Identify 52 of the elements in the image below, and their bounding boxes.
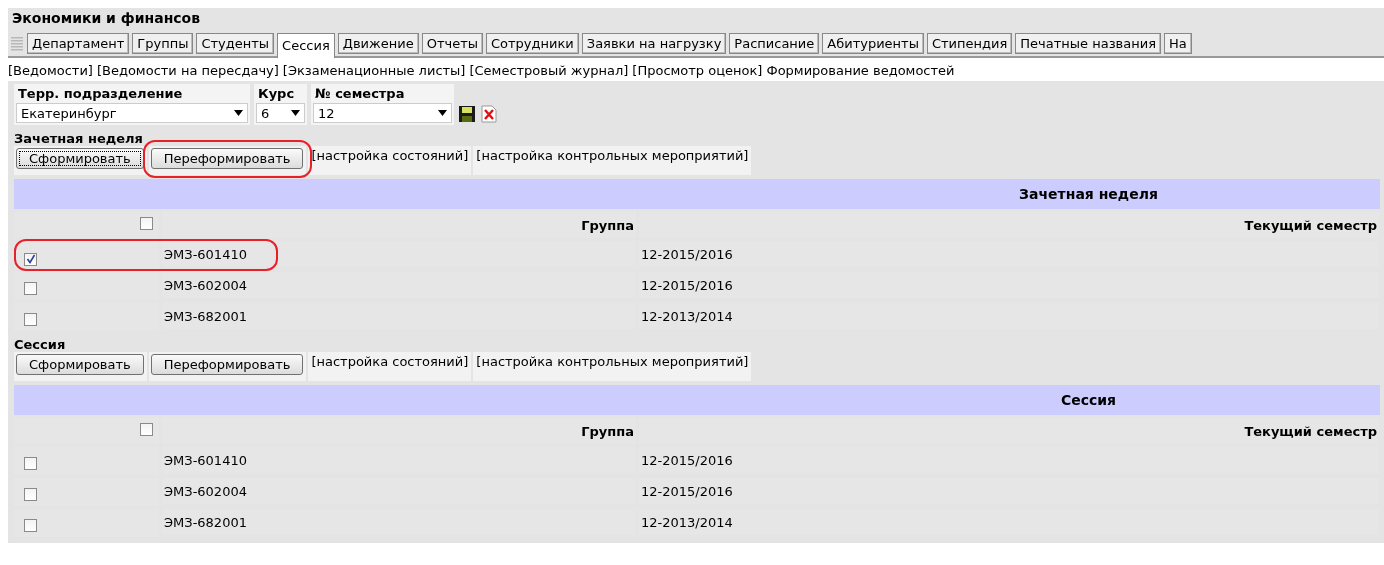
- row-checkbox[interactable]: [24, 488, 37, 501]
- section-title: Зачетная неделя: [14, 130, 144, 146]
- tab[interactable]: На: [1164, 33, 1192, 54]
- tab[interactable]: Стипендия: [926, 33, 1013, 54]
- save-icon[interactable]: [458, 105, 476, 123]
- select-all-checkbox[interactable]: [140, 423, 153, 436]
- section-title: Сессия: [14, 336, 67, 352]
- nav-link[interactable]: [Ведомости на пересдачу]: [96, 63, 279, 78]
- nav-link[interactable]: [Просмотр оценок]: [632, 63, 763, 78]
- tab[interactable]: Сессия: [277, 33, 335, 58]
- settings-link[interactable]: [настройка состояний]: [308, 146, 472, 175]
- row-checkbox[interactable]: [24, 252, 37, 266]
- settings-link[interactable]: [настройка контрольных мероприятий]: [473, 146, 752, 175]
- caret-icon: [234, 110, 243, 116]
- nav-link[interactable]: [Ведомости]: [8, 63, 93, 78]
- row-checkbox[interactable]: [24, 313, 37, 326]
- row-checkbox[interactable]: [24, 282, 37, 295]
- filter-dropdown[interactable]: 12: [313, 103, 452, 123]
- filter-dropdown[interactable]: 6: [256, 103, 305, 123]
- tab[interactable]: Группы: [132, 33, 194, 54]
- filter-label: Терр. подразделение: [17, 86, 184, 101]
- settings-link[interactable]: [настройка состояний]: [308, 352, 472, 381]
- row-checkbox[interactable]: [24, 457, 37, 470]
- tab[interactable]: Студенты: [196, 33, 275, 54]
- row-checkbox[interactable]: [24, 519, 37, 532]
- nav-link[interactable]: [Экзаменационные листы]: [282, 63, 466, 78]
- tab[interactable]: Расписание: [729, 33, 820, 54]
- tab[interactable]: Сотрудники: [486, 33, 579, 54]
- department-title: Экономики и финансов: [8, 8, 1384, 30]
- filter-label: Курс: [257, 86, 296, 101]
- nav-link[interactable]: [Семестровый журнал]: [469, 63, 629, 78]
- tab[interactable]: Отчеты: [421, 33, 483, 54]
- table-title: Сессия: [14, 385, 1380, 415]
- settings-link[interactable]: [настройка контрольных мероприятий]: [473, 352, 752, 381]
- form-button[interactable]: Переформировать: [150, 354, 304, 375]
- grip-icon: [10, 35, 24, 53]
- form-button[interactable]: Переформировать: [150, 148, 304, 169]
- form-button[interactable]: Сформировать: [16, 148, 144, 169]
- tab[interactable]: Департамент: [27, 33, 130, 54]
- tab[interactable]: Движение: [337, 33, 419, 54]
- nav-link[interactable]: Формирование ведомостей: [766, 63, 955, 78]
- delete-icon[interactable]: [480, 105, 498, 123]
- select-all-checkbox[interactable]: [140, 217, 153, 230]
- tab[interactable]: Заявки на нагрузку: [581, 33, 727, 54]
- caret-icon: [291, 110, 300, 116]
- caret-icon: [438, 110, 447, 116]
- tab[interactable]: Абитуриенты: [822, 33, 924, 54]
- tab[interactable]: Печатные названия: [1015, 33, 1161, 54]
- filter-label: № семестра: [314, 86, 406, 101]
- table-title: Зачетная неделя: [14, 179, 1380, 209]
- form-button[interactable]: Сформировать: [16, 354, 144, 375]
- filter-dropdown[interactable]: Екатеринбург: [16, 103, 248, 123]
